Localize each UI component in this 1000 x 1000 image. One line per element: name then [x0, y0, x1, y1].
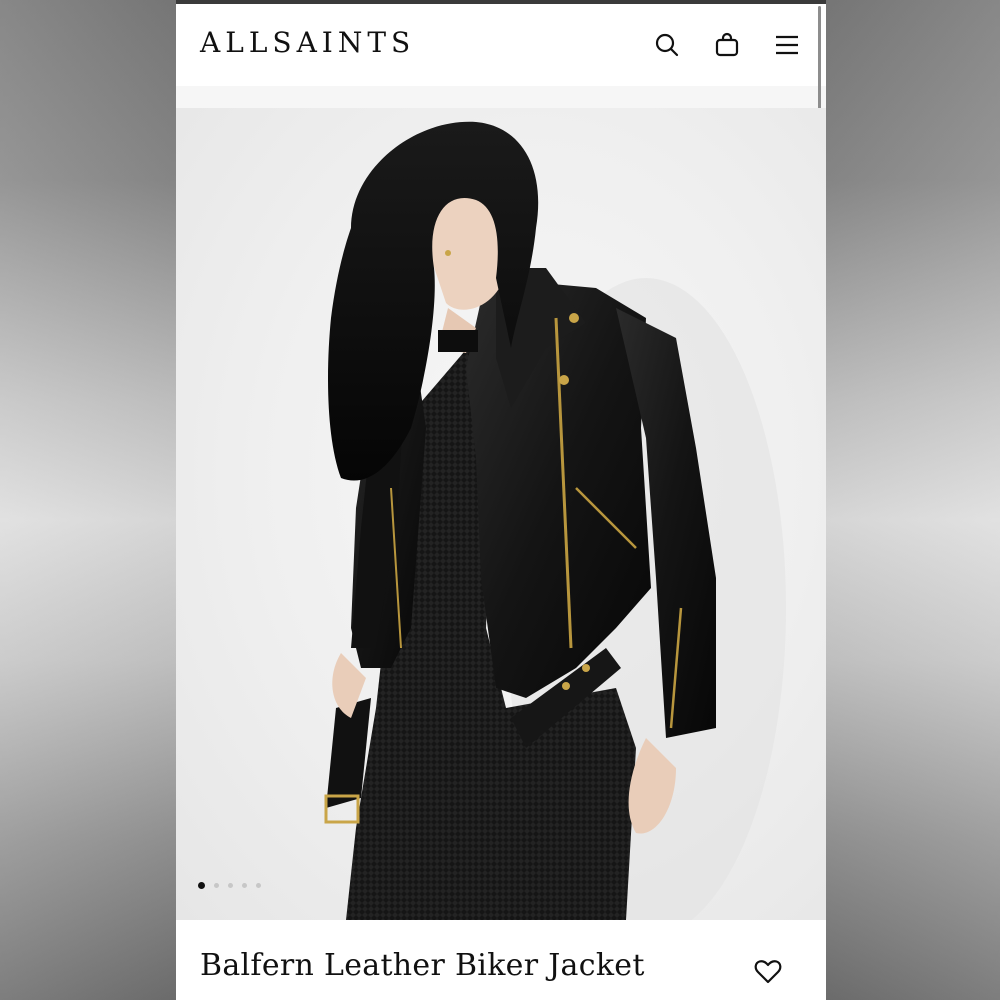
- shopping-bag-icon: [715, 32, 739, 57]
- carousel-dot-4[interactable]: [242, 883, 247, 888]
- product-photo: [324, 121, 786, 920]
- carousel-dot-1[interactable]: [198, 882, 205, 889]
- carousel-dot-5[interactable]: [256, 883, 261, 888]
- wishlist-button[interactable]: [753, 956, 785, 988]
- bag-button[interactable]: [710, 28, 744, 62]
- brand-logo[interactable]: ALLSAINTS: [200, 26, 415, 59]
- product-info: Balfern Leather Biker Jacket: [176, 920, 826, 1000]
- product-title: Balfern Leather Biker Jacket: [200, 948, 645, 983]
- carousel-dot-3[interactable]: [228, 883, 233, 888]
- right-backdrop: [826, 0, 1000, 1000]
- heart-icon: [754, 960, 782, 984]
- search-icon: [655, 33, 679, 57]
- mobile-screen: ALLSAINTS Balfern Leather Biker Jacket: [176, 0, 826, 1000]
- site-header: ALLSAINTS: [176, 4, 826, 86]
- carousel-pagination: [198, 882, 261, 889]
- menu-icon: [776, 35, 798, 55]
- header-spacer: [176, 86, 826, 108]
- search-button[interactable]: [650, 28, 684, 62]
- carousel-dot-2[interactable]: [214, 883, 219, 888]
- left-backdrop: [0, 0, 176, 1000]
- product-image-carousel[interactable]: [176, 108, 826, 920]
- menu-button[interactable]: [770, 28, 804, 62]
